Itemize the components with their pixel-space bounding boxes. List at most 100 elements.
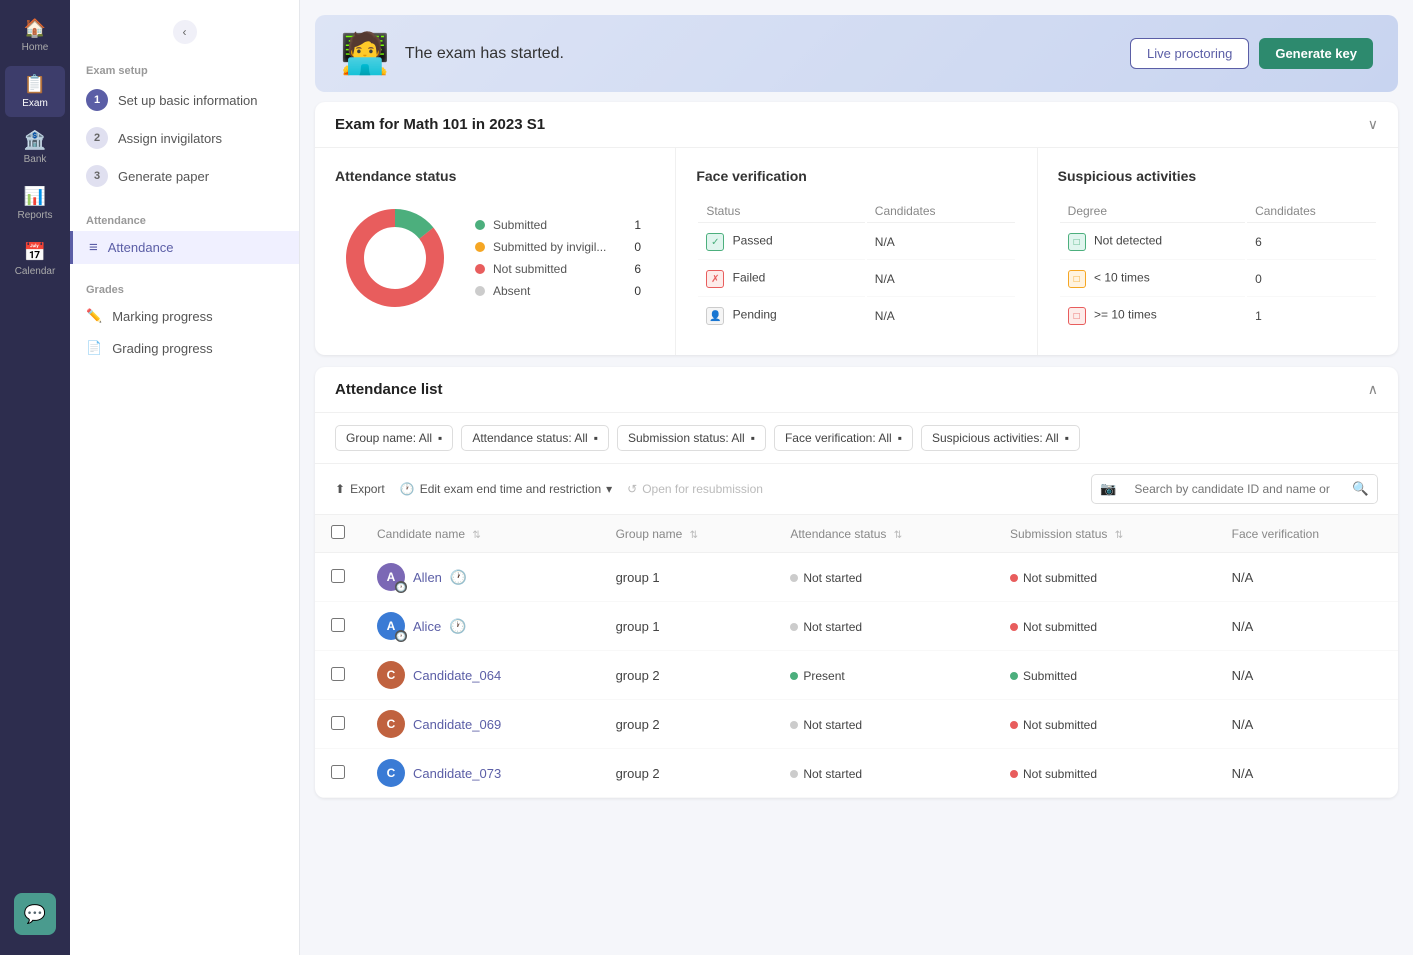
row-checkbox[interactable]: [331, 667, 345, 681]
sort-attendance-icon[interactable]: ⇅: [894, 530, 902, 541]
sidebar-item-grading-label: Grading progress: [112, 341, 212, 356]
attendance-section-label: Attendance: [70, 207, 299, 231]
candidate-link[interactable]: Allen: [413, 570, 442, 585]
reports-icon: 📊: [24, 186, 46, 207]
filter-group-name[interactable]: Group name: All ▪: [335, 425, 453, 451]
sidebar-item-marking-label: Marking progress: [112, 309, 212, 324]
submitted-invigil-dot: [475, 242, 485, 252]
col-candidate-name: Candidate name ⇅: [361, 515, 600, 553]
candidate-link[interactable]: Candidate_073: [413, 766, 501, 781]
clock-icon: 🕐: [449, 618, 466, 635]
submitted-dot: [475, 220, 485, 230]
grading-icon: 📄: [86, 340, 102, 356]
main-content: 🧑‍💻 The exam has started. Live proctorin…: [300, 0, 1413, 955]
table-row: A 🕐 Allen 🕐 group 1 Not started Not subm…: [315, 553, 1398, 602]
submission-dot: [1010, 672, 1018, 680]
candidate-cell: A 🕐 Allen 🕐: [377, 563, 584, 591]
edit-exam-button[interactable]: 🕐 Edit exam end time and restriction ▾: [400, 482, 612, 496]
suspicious-activities-table: Degree Candidates □ Not detected 6: [1058, 198, 1378, 335]
candidate-link[interactable]: Candidate_069: [413, 717, 501, 732]
search-button[interactable]: 🔍: [1344, 475, 1377, 503]
attendance-dot: [790, 721, 798, 729]
suspicious-activities-title: Suspicious activities: [1058, 168, 1378, 184]
exam-title: Exam for Math 101 in 2023 S1: [335, 116, 545, 133]
candidate-link[interactable]: Alice: [413, 619, 441, 634]
sort-submission-icon[interactable]: ⇅: [1115, 530, 1123, 541]
attendance-dot: [790, 574, 798, 582]
open-resubmission-button[interactable]: ↺ Open for resubmission: [627, 482, 763, 496]
sidebar-item-setup-label: Set up basic information: [118, 93, 257, 108]
sidebar-item-attendance-label: Attendance: [108, 240, 174, 255]
filter-attendance-chevron: ▪: [594, 431, 598, 445]
sidebar-item-attendance[interactable]: ≡ Attendance: [70, 231, 299, 264]
row-checkbox[interactable]: [331, 569, 345, 583]
filter-row: Group name: All ▪ Attendance status: All…: [315, 413, 1398, 464]
filter-submission-status[interactable]: Submission status: All ▪: [617, 425, 766, 451]
suspicious-activities-panel: Suspicious activities Degree Candidates …: [1037, 148, 1398, 355]
sidebar-collapse-button[interactable]: ‹: [173, 20, 197, 44]
table-row: □ < 10 times 0: [1060, 262, 1376, 297]
grades-section-label: Grades: [70, 276, 299, 300]
passed-icon: ✓: [706, 233, 724, 251]
attendance-list-card: Attendance list ∧ Group name: All ▪ Atte…: [315, 367, 1398, 798]
clock-icon: 🕐: [400, 482, 415, 496]
candidate-link[interactable]: Candidate_064: [413, 668, 501, 683]
attendance-status-cell: Not started: [790, 718, 862, 732]
candidate-cell: A 🕐 Alice 🕐: [377, 612, 584, 640]
attendance-list-title: Attendance list: [335, 381, 443, 398]
search-input[interactable]: [1124, 476, 1344, 502]
row-checkbox[interactable]: [331, 716, 345, 730]
legend-absent: Absent 0: [475, 284, 641, 298]
marking-icon: ✏️: [86, 308, 102, 324]
attendance-dot: [790, 770, 798, 778]
select-all-checkbox[interactable]: [331, 525, 345, 539]
export-button[interactable]: ⬆ Export: [335, 482, 385, 496]
attendance-status-cell: Present: [790, 669, 844, 683]
nav-home[interactable]: 🏠 Home: [5, 10, 65, 61]
fv-col-status: Status: [698, 200, 864, 223]
col-attendance-status: Attendance status ⇅: [774, 515, 994, 553]
absent-dot: [475, 286, 485, 296]
attendance-list-collapse-icon[interactable]: ∧: [1368, 381, 1378, 398]
sidebar-item-paper[interactable]: 3 Generate paper: [70, 157, 299, 195]
filter-suspicious-activities[interactable]: Suspicious activities: All ▪: [921, 425, 1080, 451]
exam-icon: 📋: [24, 74, 46, 95]
attendance-status-cell: Not started: [790, 620, 862, 634]
nav-exam[interactable]: 📋 Exam: [5, 66, 65, 117]
chat-button[interactable]: 💬: [14, 893, 56, 935]
row-checkbox[interactable]: [331, 618, 345, 632]
filter-attendance-status[interactable]: Attendance status: All ▪: [461, 425, 609, 451]
generate-key-button[interactable]: Generate key: [1259, 38, 1373, 69]
sort-candidate-icon[interactable]: ⇅: [472, 530, 480, 541]
nav-calendar[interactable]: 📅 Calendar: [5, 234, 65, 285]
donut-chart: [335, 198, 455, 318]
select-all-header: [315, 515, 361, 553]
sidebar-item-invigilators-label: Assign invigilators: [118, 131, 222, 146]
fv-col-candidates: Candidates: [867, 200, 1015, 223]
bank-icon: 🏦: [24, 130, 46, 151]
sidebar-item-grading[interactable]: 📄 Grading progress: [70, 332, 299, 364]
left-navigation: 🏠 Home 📋 Exam 🏦 Bank 📊 Reports 📅 Calenda…: [0, 0, 70, 955]
filter-face-verification[interactable]: Face verification: All ▪: [774, 425, 913, 451]
nav-bank[interactable]: 🏦 Bank: [5, 122, 65, 173]
submission-dot: [1010, 721, 1018, 729]
candidate-cell: C Candidate_073: [377, 759, 584, 787]
legend-submitted: Submitted 1: [475, 218, 641, 232]
banner-illustration: 🧑‍💻: [340, 30, 390, 77]
col-submission-status: Submission status ⇅: [994, 515, 1216, 553]
sidebar-item-setup[interactable]: 1 Set up basic information: [70, 81, 299, 119]
sidebar-item-marking[interactable]: ✏️ Marking progress: [70, 300, 299, 332]
sidebar-item-invigilators[interactable]: 2 Assign invigilators: [70, 119, 299, 157]
nav-reports[interactable]: 📊 Reports: [5, 178, 65, 229]
sort-group-icon[interactable]: ⇅: [690, 530, 698, 541]
group-cell: group 2: [600, 749, 775, 798]
attendance-dot: [790, 623, 798, 631]
group-cell: group 2: [600, 700, 775, 749]
face-verification-cell: N/A: [1216, 700, 1398, 749]
exam-title-collapse-icon[interactable]: ∨: [1368, 116, 1378, 133]
row-checkbox[interactable]: [331, 765, 345, 779]
step-1-badge: 1: [86, 89, 108, 111]
table-row: □ >= 10 times 1: [1060, 299, 1376, 333]
live-proctoring-button[interactable]: Live proctoring: [1130, 38, 1249, 69]
submission-status-cell: Submitted: [1010, 669, 1077, 683]
